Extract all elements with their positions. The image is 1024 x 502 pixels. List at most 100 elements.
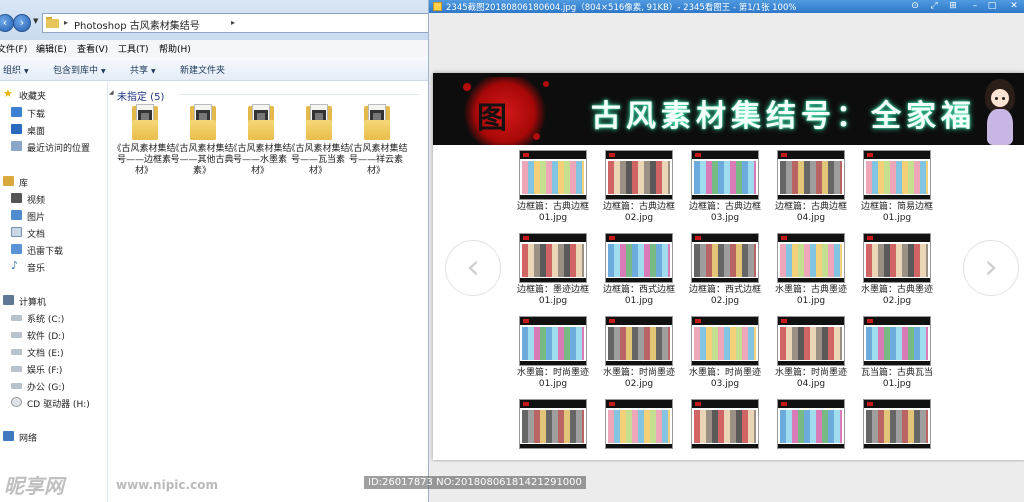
viewer-title: 2345截图20180806180604.jpg（804×516像素, 91KB…: [446, 3, 797, 13]
menu-tools[interactable]: 工具(T): [118, 42, 149, 55]
thumbnail-item[interactable]: 边框篇：墨迹边框01.jpg: [517, 233, 605, 315]
downloads-icon: [11, 107, 22, 117]
file-list-pane: ◢ 未指定 (5) 《古风素材集结号——边框素材》 《古风素材集结号——其他古典…: [109, 82, 428, 502]
thumbnail-item[interactable]: [519, 399, 605, 460]
thumbnail-caption: 边框篇：古典边框02.jpg: [602, 202, 675, 223]
image-banner: 图 古风素材集结号：全家福: [433, 73, 1024, 145]
menu-file[interactable]: 文件(F): [0, 42, 27, 55]
thumbnail-item[interactable]: 边框篇：西式边框02.jpg: [689, 233, 777, 315]
nav-computer-label: 计算机: [19, 298, 47, 308]
thumbnail-caption: 水墨篇：时尚墨迹01.jpg: [516, 368, 589, 389]
thumbnail-item[interactable]: 边框篇：古典边框02.jpg: [603, 150, 691, 232]
thunder-download-icon: [11, 244, 22, 254]
menu-help[interactable]: 帮助(H): [159, 42, 191, 55]
thumbnail-item[interactable]: 水墨篇：古典墨迹01.jpg: [775, 233, 863, 315]
cd-drive-icon: [11, 397, 22, 407]
group-header[interactable]: 未指定 (5): [117, 88, 164, 103]
menu-view[interactable]: 查看(V): [77, 42, 108, 55]
folder-item[interactable]: 《古风素材集结号——水墨素材》: [228, 104, 292, 184]
thumbnail-image: [691, 233, 759, 283]
thumbnail-image: [777, 150, 845, 200]
maximize-button[interactable]: □: [984, 0, 1000, 13]
folder-name: 《古风素材集结号——其他古典素》: [170, 144, 234, 176]
thumbnail-image: [863, 233, 931, 283]
thumbnail-item[interactable]: 边框篇：古典边框04.jpg: [775, 150, 863, 232]
dropdown-caret-icon: ▼: [101, 68, 106, 75]
nav-recent-places-label: 最近访问的位置: [27, 144, 91, 154]
folder-item[interactable]: 《古风素材集结号——边框素材》: [112, 104, 176, 184]
close-button[interactable]: ✕: [1003, 0, 1024, 13]
star-icon: ★: [3, 87, 13, 100]
thumbnail-item[interactable]: 边框篇：古典边框03.jpg: [689, 150, 777, 232]
folder-icon: [248, 104, 276, 142]
thumbnail-image: [863, 316, 931, 366]
folder-item[interactable]: 《古风素材集结号——祥云素材》: [344, 104, 408, 184]
desktop-icon: [11, 124, 22, 134]
thumbnail-caption: 边框篇：墨迹边框01.jpg: [516, 285, 589, 306]
folder-name: 《古风素材集结号——瓦当素材》: [286, 144, 350, 176]
next-image-button[interactable]: ›: [963, 240, 1019, 296]
navigation-pane: ★ 收藏夹 下载 桌面 最近访问的位置 库 视频 图片 文档 迅雷下载 ♪ 音乐…: [0, 82, 108, 502]
thumbnail-caption: 边框篇：西式边框02.jpg: [688, 285, 761, 306]
share-button[interactable]: 共享 ▼: [130, 63, 156, 76]
thumbnail-image: [777, 233, 845, 283]
menu-edit[interactable]: 编辑(E): [36, 42, 67, 55]
thumbnail-item[interactable]: 瓦当篇：古典瓦当01.jpg: [861, 316, 949, 398]
nav-libraries-label: 库: [19, 179, 29, 189]
nav-videos-label: 视频: [27, 196, 46, 206]
ink-splash-dot: [463, 83, 471, 91]
fit-icon[interactable]: ⊞: [945, 0, 961, 13]
thumbnail-item[interactable]: 水墨篇：时尚墨迹04.jpg: [775, 316, 863, 398]
breadcrumb-chevron-icon[interactable]: ▸: [64, 18, 68, 27]
collapse-caret-icon[interactable]: ◢: [109, 89, 114, 96]
minimize-button[interactable]: –: [967, 0, 983, 13]
thumbnail-item[interactable]: 边框篇：西式边框01.jpg: [603, 233, 691, 315]
thumbnail-caption: 水墨篇：时尚墨迹03.jpg: [688, 368, 761, 389]
app-icon: [433, 2, 442, 11]
back-button[interactable]: ‹: [0, 14, 14, 32]
breadcrumb-current[interactable]: Photoshop 古风素材集结号: [74, 17, 200, 32]
thumbnail-caption: 水墨篇：时尚墨迹04.jpg: [774, 368, 847, 389]
thumbnail-item[interactable]: [863, 399, 949, 460]
nav-documents-label: 文档: [27, 230, 46, 240]
pin-icon[interactable]: ⊙: [907, 0, 923, 13]
new-folder-button[interactable]: 新建文件夹: [180, 63, 225, 76]
thumbnail-item[interactable]: [777, 399, 863, 460]
pictures-icon: [11, 210, 22, 220]
stamp-glyph: 图: [477, 101, 507, 136]
nav-pictures-label: 图片: [27, 213, 46, 223]
thumbnail-image: [605, 233, 673, 283]
folder-name: 《古风素材集结号——边框素材》: [112, 144, 176, 176]
viewer-title-bar: 2345截图20180806180604.jpg（804×516像素, 91KB…: [429, 0, 1024, 13]
thumbnail-caption: 水墨篇：古典墨迹02.jpg: [860, 285, 933, 306]
thumbnail-item[interactable]: [605, 399, 691, 460]
fullscreen-icon[interactable]: ⤢: [926, 0, 942, 13]
forward-button[interactable]: ›: [13, 14, 31, 32]
thumbnail-item[interactable]: 水墨篇：时尚墨迹01.jpg: [517, 316, 605, 398]
thumbnail-caption: 水墨篇：古典墨迹01.jpg: [774, 285, 847, 306]
organize-button[interactable]: 组织 ▼: [3, 63, 29, 76]
thumbnail-item[interactable]: 边框篇：古典边框01.jpg: [517, 150, 605, 232]
nav-thunder-downloads-label: 迅雷下载: [27, 247, 64, 257]
thumbnail-item[interactable]: 边框篇：简易边框01.jpg: [861, 150, 949, 232]
thumbnail-item[interactable]: [691, 399, 777, 460]
thumbnail-image: [605, 316, 673, 366]
previous-image-button[interactable]: ‹: [445, 240, 501, 296]
address-bar[interactable]: ▸ Photoshop 古风素材集结号 ▸: [42, 13, 428, 33]
folder-icon: [46, 17, 59, 28]
folder-item[interactable]: 《古风素材集结号——瓦当素材》: [286, 104, 350, 184]
banner-title: 古风素材集结号：全家福: [591, 99, 976, 134]
thumbnail-item[interactable]: 水墨篇：时尚墨迹02.jpg: [603, 316, 691, 398]
thumbnail-item[interactable]: 水墨篇：古典墨迹02.jpg: [861, 233, 949, 315]
folder-item[interactable]: 《古风素材集结号——其他古典素》: [170, 104, 234, 184]
thumbnail-image: [519, 150, 587, 200]
include-in-library-button[interactable]: 包含到库中 ▼: [53, 63, 106, 76]
thumbnail-item[interactable]: 水墨篇：时尚墨迹03.jpg: [689, 316, 777, 398]
thumbnail-image: [691, 150, 759, 200]
videos-icon: [11, 193, 22, 203]
breadcrumb-chevron-icon[interactable]: ▸: [231, 18, 235, 27]
history-dropdown-icon[interactable]: ▼: [33, 17, 38, 25]
nav-drive-h-label: CD 驱动器 (H:): [27, 400, 90, 410]
library-icon: [3, 176, 14, 186]
thumbnail-caption: 边框篇：古典边框01.jpg: [516, 202, 589, 223]
